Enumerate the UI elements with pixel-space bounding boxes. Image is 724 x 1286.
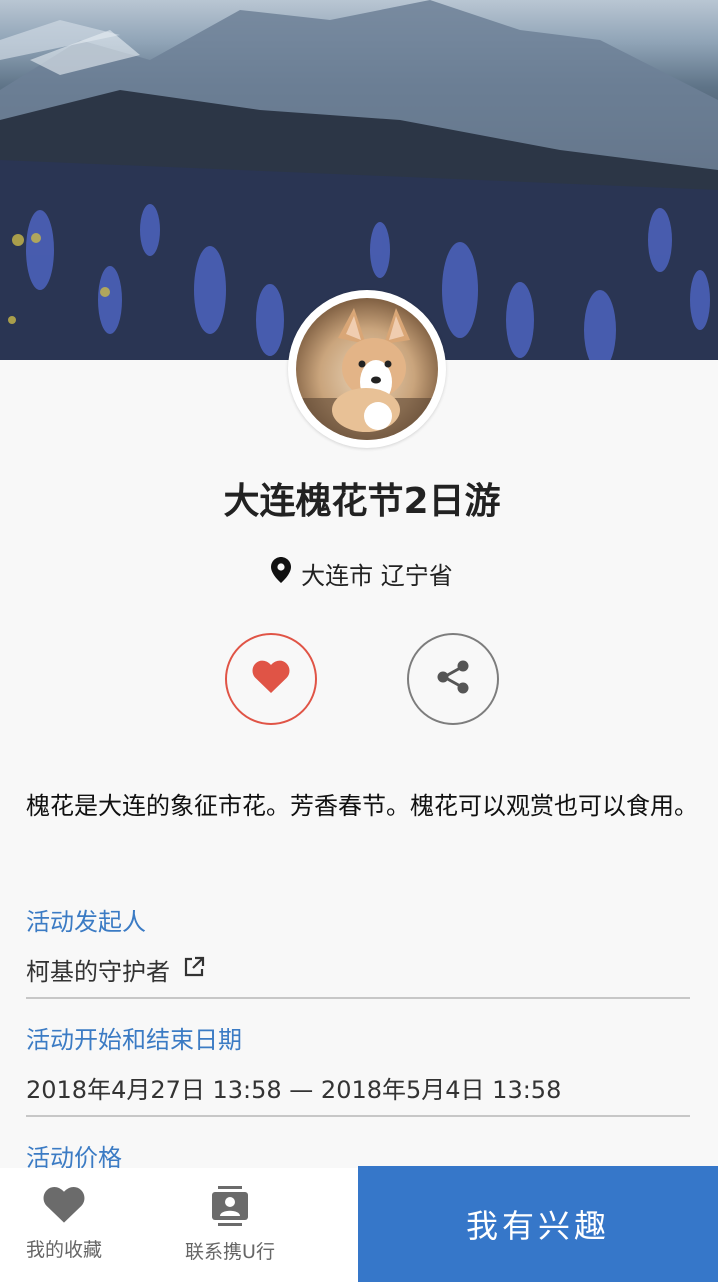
right-edge (718, 0, 724, 1286)
heart-icon (252, 660, 290, 698)
organizer-name: 柯基的守护者 (26, 958, 170, 986)
tab-contact[interactable]: 联系携U行 (160, 1186, 300, 1264)
favorite-button[interactable] (225, 633, 317, 725)
location-row: 大连市 辽宁省 (0, 556, 724, 590)
tab-label: 我的收藏 (25, 1239, 102, 1261)
location-text: 大连市 辽宁省 (301, 561, 453, 590)
event-description: 槐花是大连的象征市花。芳香春节。槐花可以观赏也可以食用。 (26, 792, 698, 820)
external-link-icon (182, 955, 206, 985)
organizer-label: 活动发起人 (26, 908, 146, 936)
dates-label: 活动开始和结束日期 (26, 1026, 242, 1054)
divider (26, 997, 690, 999)
interested-button[interactable]: 我有兴趣 (358, 1166, 718, 1282)
share-button[interactable] (407, 633, 499, 725)
tab-label: 联系携U行 (185, 1241, 275, 1263)
heart-icon (0, 1186, 134, 1229)
contact-card-icon (160, 1186, 300, 1231)
divider (26, 1115, 690, 1117)
avatar (288, 290, 446, 448)
organizer-link[interactable]: 柯基的守护者 (26, 952, 206, 987)
event-title: 大连槐花节2日游 (223, 481, 501, 522)
location-pin-icon (271, 557, 292, 589)
tab-my-favorites[interactable]: 我的收藏 (0, 1186, 134, 1262)
share-icon (435, 659, 471, 699)
dates-value: 2018年4月27日 13:58 — 2018年5月4日 13:58 (26, 1076, 562, 1104)
corgi-photo (296, 298, 438, 440)
